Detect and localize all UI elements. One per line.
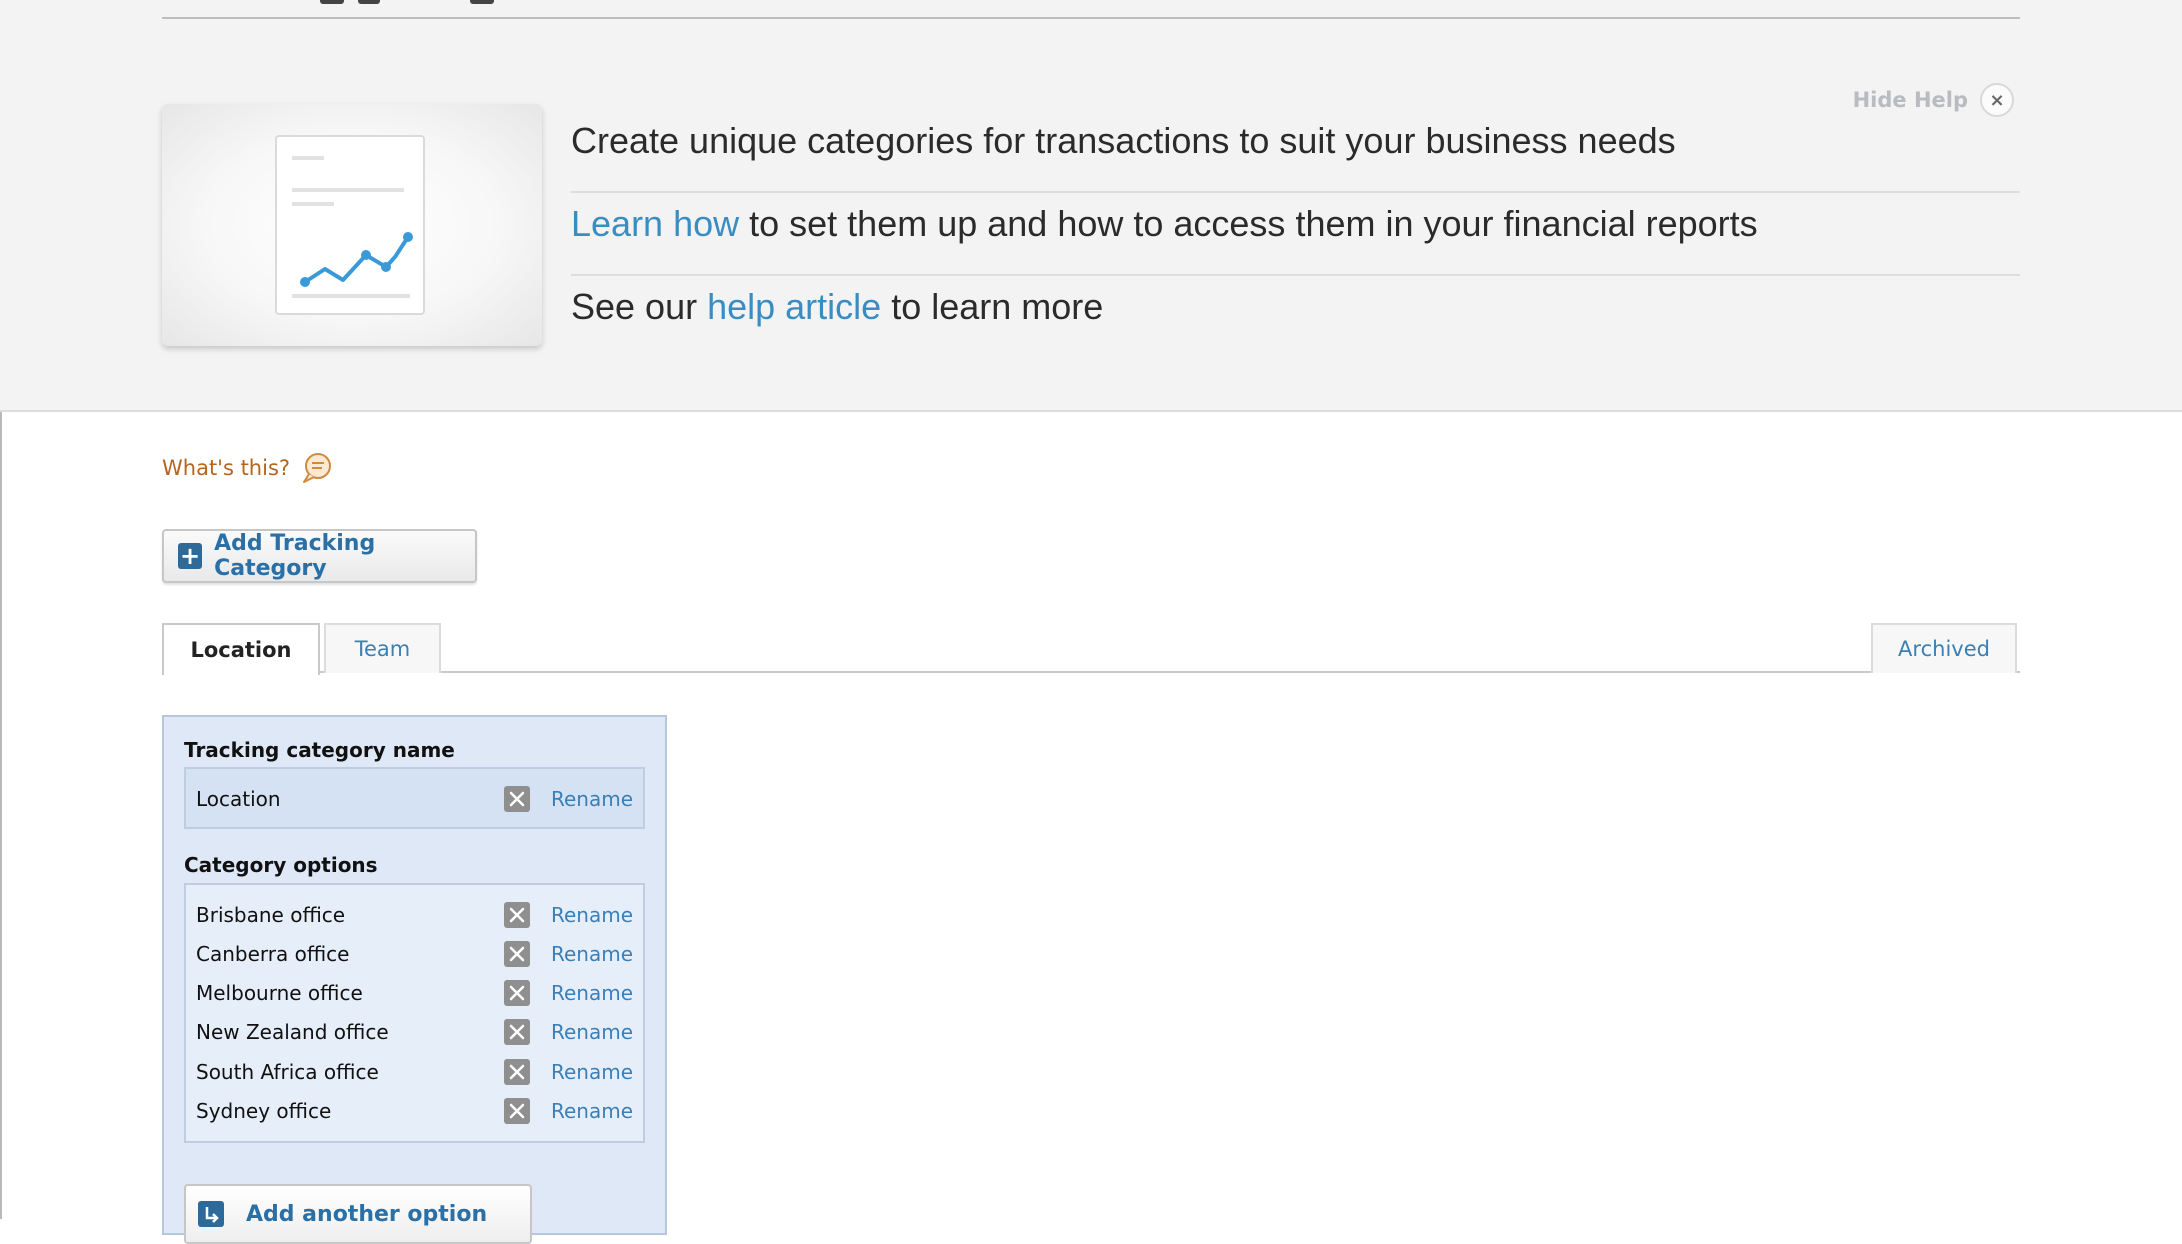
category-options-list: Brisbane office Rename Canberra office R… xyxy=(184,883,645,1143)
category-name-row: Location Rename xyxy=(186,780,643,818)
rename-link[interactable]: Rename xyxy=(551,1020,633,1044)
option-name: Canberra office xyxy=(196,942,350,966)
list-item: South Africa office Rename xyxy=(186,1053,643,1091)
tracking-category-name-box: Location Rename xyxy=(184,767,645,829)
learn-how-link[interactable]: Learn how xyxy=(571,203,739,244)
plus-icon: + xyxy=(178,543,203,569)
tab-archived[interactable]: Archived xyxy=(1871,623,2017,673)
delete-x-icon[interactable] xyxy=(504,941,530,967)
help-article-link[interactable]: help article xyxy=(707,286,881,327)
rename-link[interactable]: Rename xyxy=(551,1099,633,1123)
option-name: South Africa office xyxy=(196,1060,379,1084)
list-item: New Zealand office Rename xyxy=(186,1013,643,1051)
add-another-option-button[interactable]: Add another option xyxy=(184,1184,532,1244)
add-tracking-category-button[interactable]: + Add Tracking Category xyxy=(162,529,477,583)
hide-help-label[interactable]: Hide Help xyxy=(1853,88,1968,112)
delete-x-icon[interactable] xyxy=(504,786,530,812)
help-line-intro: Create unique categories for transaction… xyxy=(571,110,2020,193)
delete-x-icon[interactable] xyxy=(504,1059,530,1085)
help-line-article-post: to learn more xyxy=(881,286,1104,327)
speech-bubble-icon[interactable] xyxy=(300,452,332,484)
delete-x-icon[interactable] xyxy=(504,1098,530,1124)
whats-this-label[interactable]: What's this? xyxy=(162,456,290,480)
category-name: Location xyxy=(196,787,281,811)
help-line-intro-text: Create unique categories for transaction… xyxy=(571,120,1676,161)
rename-link[interactable]: Rename xyxy=(551,787,633,811)
tracking-category-name-label: Tracking category name xyxy=(184,738,455,762)
option-name: Brisbane office xyxy=(196,903,346,927)
rename-link[interactable]: Rename xyxy=(551,903,633,927)
list-item: Sydney office Rename xyxy=(186,1092,643,1130)
help-lines: Create unique categories for transaction… xyxy=(571,110,2020,359)
rename-link[interactable]: Rename xyxy=(551,981,633,1005)
add-another-option-label: Add another option xyxy=(246,1201,488,1227)
help-banner: Hide Help × Create unique categories for… xyxy=(0,0,2182,412)
help-line-article-pre: See our xyxy=(571,286,708,327)
cut-off-page-title xyxy=(320,0,500,4)
option-name: Melbourne office xyxy=(196,981,363,1005)
delete-x-icon[interactable] xyxy=(504,1019,530,1045)
return-arrow-icon xyxy=(198,1201,224,1227)
tab-location[interactable]: Location xyxy=(162,623,320,675)
add-tracking-category-label: Add Tracking Category xyxy=(214,531,376,581)
chart-document-icon xyxy=(162,104,542,346)
help-line-learn: Learn how to set them up and how to acce… xyxy=(571,193,2020,276)
rename-link[interactable]: Rename xyxy=(551,942,633,966)
whats-this-link[interactable]: What's this? xyxy=(162,452,332,484)
rename-link[interactable]: Rename xyxy=(551,1060,633,1084)
category-options-label: Category options xyxy=(184,853,378,877)
delete-x-icon[interactable] xyxy=(504,902,530,928)
title-divider xyxy=(162,17,2020,19)
tab-team[interactable]: Team xyxy=(324,623,441,673)
list-item: Melbourne office Rename xyxy=(186,974,643,1012)
help-line-article: See our help article to learn more xyxy=(571,276,2020,359)
help-line-learn-text: to set them up and how to access them in… xyxy=(739,203,1758,244)
list-item: Brisbane office Rename xyxy=(186,896,643,934)
list-item: Canberra office Rename xyxy=(186,935,643,973)
option-name: New Zealand office xyxy=(196,1020,389,1044)
option-name: Sydney office xyxy=(196,1099,332,1123)
delete-x-icon[interactable] xyxy=(504,980,530,1006)
tracking-category-panel: Tracking category name Location Rename C… xyxy=(162,715,667,1244)
